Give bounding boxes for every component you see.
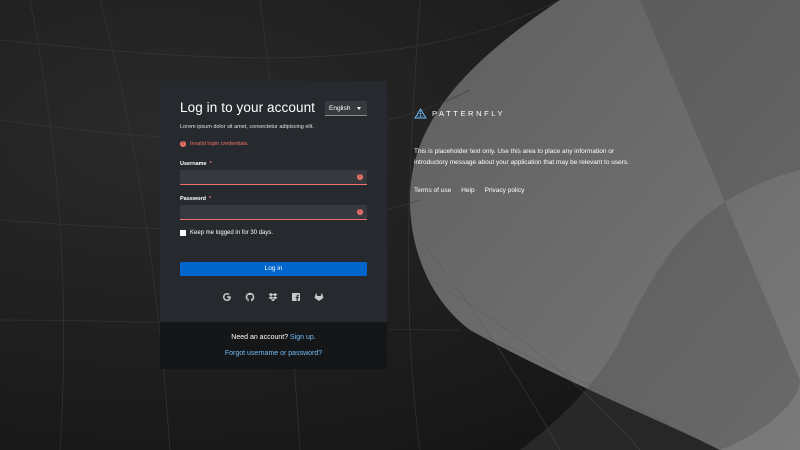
forgot-password-link[interactable]: Forgot username or password? bbox=[160, 350, 387, 357]
help-link[interactable]: Help bbox=[461, 187, 474, 194]
language-value: English bbox=[329, 105, 351, 112]
username-label-text: Username bbox=[180, 161, 207, 167]
terms-link[interactable]: Terms of use bbox=[414, 187, 451, 194]
page-title: Log in to your account bbox=[180, 100, 316, 115]
privacy-link[interactable]: Privacy policy bbox=[485, 187, 525, 194]
brand-name: PATTERNFLY bbox=[432, 109, 506, 118]
remember-checkbox[interactable] bbox=[180, 230, 186, 236]
background-image bbox=[0, 0, 800, 450]
signup-prompt: Need an account? Sign up. bbox=[160, 334, 387, 341]
github-icon[interactable] bbox=[245, 292, 255, 302]
brand-info-text: This is placeholder text only. Use this … bbox=[414, 148, 629, 166]
error-icon: ! bbox=[180, 141, 186, 147]
gitlab-icon[interactable] bbox=[314, 292, 324, 302]
error-text: Invalid login credentials. bbox=[190, 141, 249, 147]
required-mark: * bbox=[208, 196, 212, 202]
username-error-icon: ! bbox=[357, 174, 363, 180]
login-subtitle: Lorem ipsum dolor sit amet, consectetur … bbox=[180, 124, 314, 130]
dropbox-icon[interactable] bbox=[268, 292, 278, 302]
social-login-list bbox=[222, 292, 324, 302]
password-error-icon: ! bbox=[357, 209, 363, 215]
remember-me[interactable]: Keep me logged in for 30 days. bbox=[180, 230, 273, 236]
facebook-icon[interactable] bbox=[291, 292, 301, 302]
password-label: Password * bbox=[180, 196, 211, 202]
error-message: ! Invalid login credentials. bbox=[180, 141, 249, 147]
username-input[interactable]: ! bbox=[180, 170, 367, 185]
login-button[interactable]: Log in bbox=[180, 262, 367, 276]
required-mark: * bbox=[209, 161, 212, 167]
need-account-text: Need an account? bbox=[231, 334, 289, 341]
patternfly-logo-icon bbox=[414, 108, 427, 119]
google-icon[interactable] bbox=[222, 292, 232, 302]
signup-link[interactable]: Sign up. bbox=[290, 334, 316, 341]
footer-links: Terms of use Help Privacy policy bbox=[414, 187, 524, 194]
password-input[interactable]: ! bbox=[180, 205, 367, 220]
remember-label: Keep me logged in for 30 days. bbox=[190, 230, 274, 236]
password-label-text: Password bbox=[180, 196, 206, 202]
username-label: Username * bbox=[180, 161, 212, 167]
login-card: Log in to your account English Lorem ips… bbox=[160, 81, 387, 369]
caret-down-icon bbox=[357, 107, 361, 110]
card-footer: Need an account? Sign up. Forgot usernam… bbox=[160, 322, 387, 369]
brand-logo: PATTERNFLY bbox=[414, 108, 505, 119]
language-select[interactable]: English bbox=[325, 101, 367, 116]
